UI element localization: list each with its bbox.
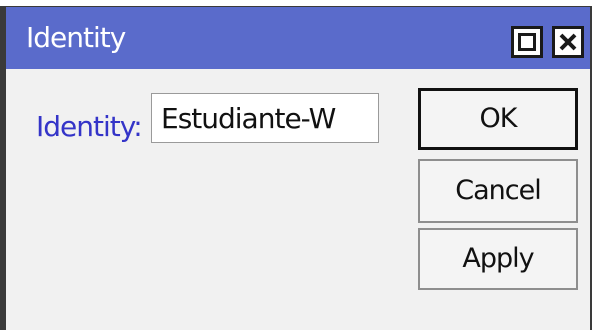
maximize-icon bbox=[518, 33, 536, 51]
ok-button[interactable]: OK bbox=[418, 88, 578, 150]
identity-label: Identity: bbox=[36, 110, 143, 143]
close-button[interactable] bbox=[552, 26, 584, 58]
close-icon bbox=[559, 33, 577, 51]
title-bar[interactable]: Identity bbox=[6, 7, 590, 69]
identity-dialog: Identity Identity: Estudiante-W OK Cance… bbox=[0, 6, 592, 330]
identity-input[interactable]: Estudiante-W bbox=[151, 93, 379, 143]
apply-button[interactable]: Apply bbox=[418, 228, 578, 290]
cancel-button[interactable]: Cancel bbox=[418, 159, 578, 223]
maximize-button[interactable] bbox=[511, 26, 543, 58]
window-title: Identity bbox=[26, 21, 126, 54]
